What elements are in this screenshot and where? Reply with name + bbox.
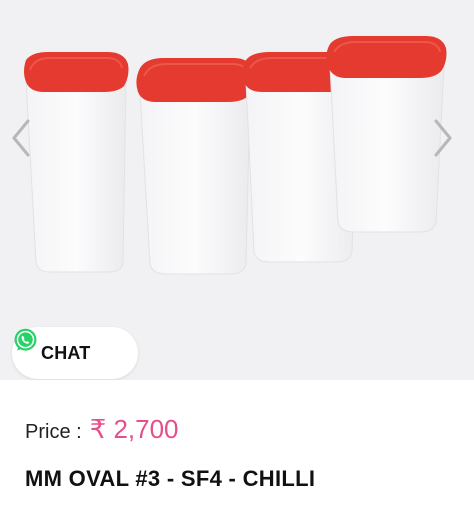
previous-image-button[interactable] <box>10 118 40 164</box>
container-2 <box>136 58 255 275</box>
price-value: ₹ 2,700 <box>89 414 179 444</box>
chat-label: CHAT <box>41 342 91 363</box>
chevron-right-icon <box>434 119 452 157</box>
chevron-left-icon <box>12 119 30 157</box>
chat-button[interactable]: CHAT <box>12 327 138 379</box>
price-row: Price : ₹ 2,700 <box>25 414 179 446</box>
whatsapp-icon <box>14 328 37 351</box>
next-image-button[interactable] <box>432 118 462 164</box>
product-image[interactable]: CHAT <box>0 0 474 380</box>
price-label: Price : <box>25 421 82 443</box>
product-title: MM OVAL #3 - SF4 - CHILLI <box>25 466 316 491</box>
containers-illustration <box>24 36 447 275</box>
container-4 <box>326 36 447 233</box>
